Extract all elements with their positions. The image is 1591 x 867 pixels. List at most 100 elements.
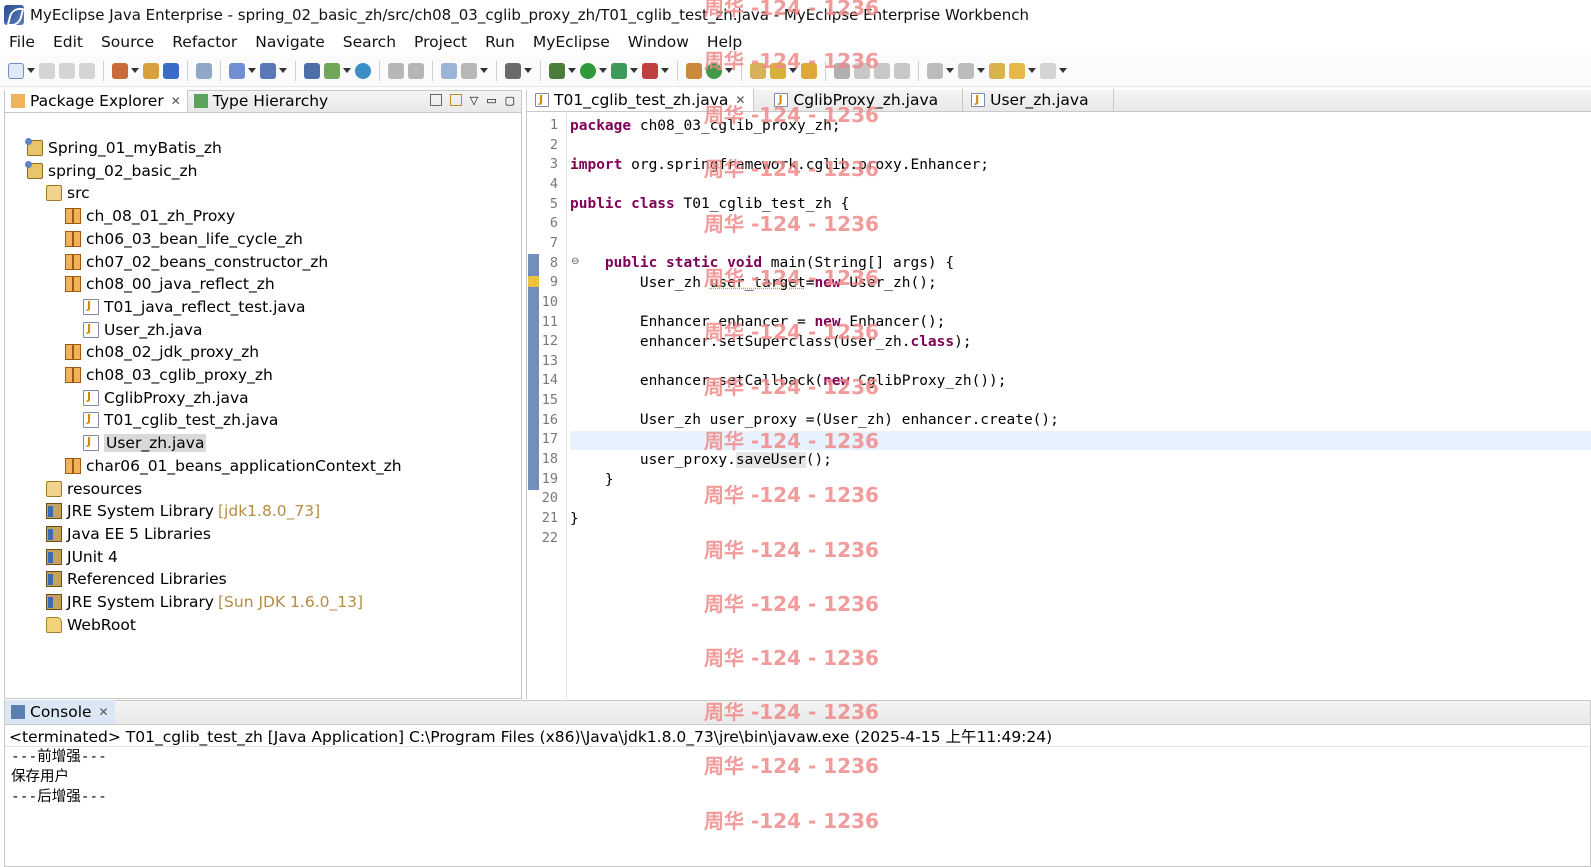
- tree-item[interactable]: ch07_02_beans_constructor_zh: [65, 251, 328, 273]
- search-web-button[interactable]: [260, 62, 287, 79]
- tab-package-explorer[interactable]: Package Explorer ✕: [5, 90, 188, 112]
- manage-deployments-button[interactable]: [304, 62, 320, 79]
- editor-tab-user-zh[interactable]: User_zh.java: [963, 89, 1114, 111]
- commit-button[interactable]: [408, 62, 424, 79]
- toolbar-separator: [918, 60, 919, 81]
- tree-item[interactable]: JRE System Library [Sun JDK 1.6.0_13]: [46, 591, 363, 613]
- save-all-button[interactable]: [59, 62, 75, 79]
- console-view: Console ✕ <terminated> T01_cglib_test_zh…: [4, 700, 1591, 867]
- editor-body[interactable]: ⊖ 1 2 3 4 5 6 7 8 9 10 11 12 13 14 15 16 17 18 19 20 21 22 pa…: [527, 112, 1591, 699]
- tree-item[interactable]: T01_cglib_test_zh.java: [83, 409, 278, 431]
- tree-item[interactable]: resources: [46, 478, 142, 500]
- menu-search[interactable]: Search: [343, 33, 396, 51]
- menu-file[interactable]: File: [9, 33, 35, 51]
- tree-item-label: T01_java_reflect_test.java: [104, 297, 306, 316]
- next-annotation-button[interactable]: [927, 62, 954, 79]
- tab-console[interactable]: Console ✕: [5, 700, 115, 724]
- tree-item[interactable]: User_zh.java: [83, 432, 207, 454]
- tree-item[interactable]: ch08_03_cglib_proxy_zh: [65, 364, 273, 386]
- previous-annotation-button[interactable]: [958, 62, 985, 79]
- forward-button[interactable]: [1040, 62, 1067, 79]
- coverage-button[interactable]: [611, 62, 638, 79]
- tree-item[interactable]: ch08_02_jdk_proxy_zh: [65, 341, 259, 363]
- toggle-mark-occurrences-button[interactable]: [834, 62, 850, 79]
- open-task-button[interactable]: [750, 62, 766, 79]
- tree-item-label: ch08_00_java_reflect_zh: [86, 275, 275, 294]
- globe-button[interactable]: [355, 62, 371, 79]
- external-tools-button[interactable]: [642, 62, 669, 79]
- new-server-button[interactable]: [112, 62, 139, 79]
- menu-help[interactable]: Help: [707, 33, 742, 51]
- run-server-button[interactable]: [324, 62, 351, 79]
- link-with-editor-icon[interactable]: [449, 94, 462, 106]
- code-line-1: package ch08_03_cglib_proxy_zh;: [570, 118, 841, 134]
- maximize-icon[interactable]: ▢: [505, 94, 515, 107]
- view-menu-icon[interactable]: ▽: [470, 94, 478, 107]
- chevron-down-icon: [248, 68, 256, 73]
- menu-run[interactable]: Run: [485, 33, 515, 51]
- collapse-all-icon[interactable]: [429, 94, 442, 106]
- tree-item[interactable]: JRE System Library [jdk1.8.0_73]: [46, 500, 320, 522]
- tree-item[interactable]: WebRoot: [46, 614, 136, 636]
- chevron-down-icon: [524, 68, 532, 73]
- menu-window[interactable]: Window: [628, 33, 689, 51]
- pen-icon: [854, 62, 870, 79]
- minimize-icon[interactable]: ▭: [486, 94, 496, 107]
- screenshot-button[interactable]: [505, 62, 532, 79]
- new-wizard-button[interactable]: [8, 62, 35, 79]
- tab-type-hierarchy[interactable]: Type Hierarchy: [188, 90, 334, 112]
- close-icon[interactable]: ✕: [99, 705, 109, 719]
- tree-item[interactable]: Java EE 5 Libraries: [46, 523, 211, 545]
- run-icon: [580, 62, 596, 79]
- open-resource-button[interactable]: [163, 62, 179, 79]
- open-perspective-button[interactable]: [801, 62, 817, 79]
- word-wrap-button[interactable]: [894, 62, 910, 79]
- tree-item[interactable]: T01_java_reflect_test.java: [83, 296, 306, 318]
- library-version: [jdk1.8.0_73]: [218, 502, 321, 521]
- save-button[interactable]: [39, 62, 55, 79]
- new-class-button[interactable]: [706, 62, 733, 79]
- folder-icon: [46, 616, 62, 633]
- toggle-block-selection-button[interactable]: [854, 62, 870, 79]
- close-icon[interactable]: ✕: [735, 93, 745, 107]
- toolbar-separator: [741, 60, 742, 81]
- tree-item[interactable]: User_zh.java: [83, 319, 202, 341]
- team-sync-button[interactable]: [388, 62, 404, 79]
- tree-item[interactable]: Spring_01_myBatis_zh: [25, 137, 222, 159]
- tree-item[interactable]: spring_02_basic_zh: [25, 160, 197, 182]
- new-java-project-button[interactable]: [686, 62, 702, 79]
- tree-item[interactable]: Referenced Libraries: [46, 568, 227, 590]
- tree-item[interactable]: ch08_00_java_reflect_zh: [65, 273, 275, 295]
- print-button[interactable]: [79, 62, 95, 79]
- back-button[interactable]: [1009, 62, 1036, 79]
- menu-source[interactable]: Source: [101, 33, 154, 51]
- database-button[interactable]: [461, 62, 488, 79]
- new-web-project-button[interactable]: [441, 62, 457, 79]
- code-area[interactable]: package ch08_03_cglib_proxy_zh; import o…: [570, 112, 1591, 699]
- menu-navigate[interactable]: Navigate: [255, 33, 325, 51]
- deploy-button[interactable]: [229, 62, 256, 79]
- last-edit-location-button[interactable]: [989, 62, 1005, 79]
- close-icon[interactable]: ✕: [171, 94, 181, 108]
- menu-refactor[interactable]: Refactor: [172, 33, 237, 51]
- chevron-down-icon: [599, 68, 607, 73]
- chevron-down-icon: [279, 68, 287, 73]
- tree-item[interactable]: char06_01_beans_applicationContext_zh: [65, 455, 402, 477]
- tree-item[interactable]: ch_08_01_zh_Proxy: [65, 205, 235, 227]
- open-type-button[interactable]: [143, 62, 159, 79]
- menu-edit[interactable]: Edit: [53, 33, 83, 51]
- show-whitespace-button[interactable]: [874, 62, 890, 79]
- search-button[interactable]: [770, 62, 797, 79]
- debug-button[interactable]: [549, 62, 576, 79]
- editor-tab-t01-cglib-test[interactable]: T01_cglib_test_zh.java ✕: [527, 89, 755, 111]
- menu-project[interactable]: Project: [414, 33, 467, 51]
- tree-item[interactable]: ch06_03_bean_life_cycle_zh: [65, 228, 303, 250]
- tree-item[interactable]: src: [46, 182, 90, 204]
- run-button[interactable]: [580, 62, 607, 79]
- tree-item[interactable]: CglibProxy_zh.java: [83, 387, 249, 409]
- browser-button[interactable]: [196, 62, 212, 79]
- chevron-down-icon: [1059, 68, 1067, 73]
- tree-item[interactable]: JUnit 4: [46, 546, 118, 568]
- menu-myeclipse[interactable]: MyEclipse: [533, 33, 610, 51]
- editor-tab-cglibproxy[interactable]: CglibProxy_zh.java: [754, 89, 964, 111]
